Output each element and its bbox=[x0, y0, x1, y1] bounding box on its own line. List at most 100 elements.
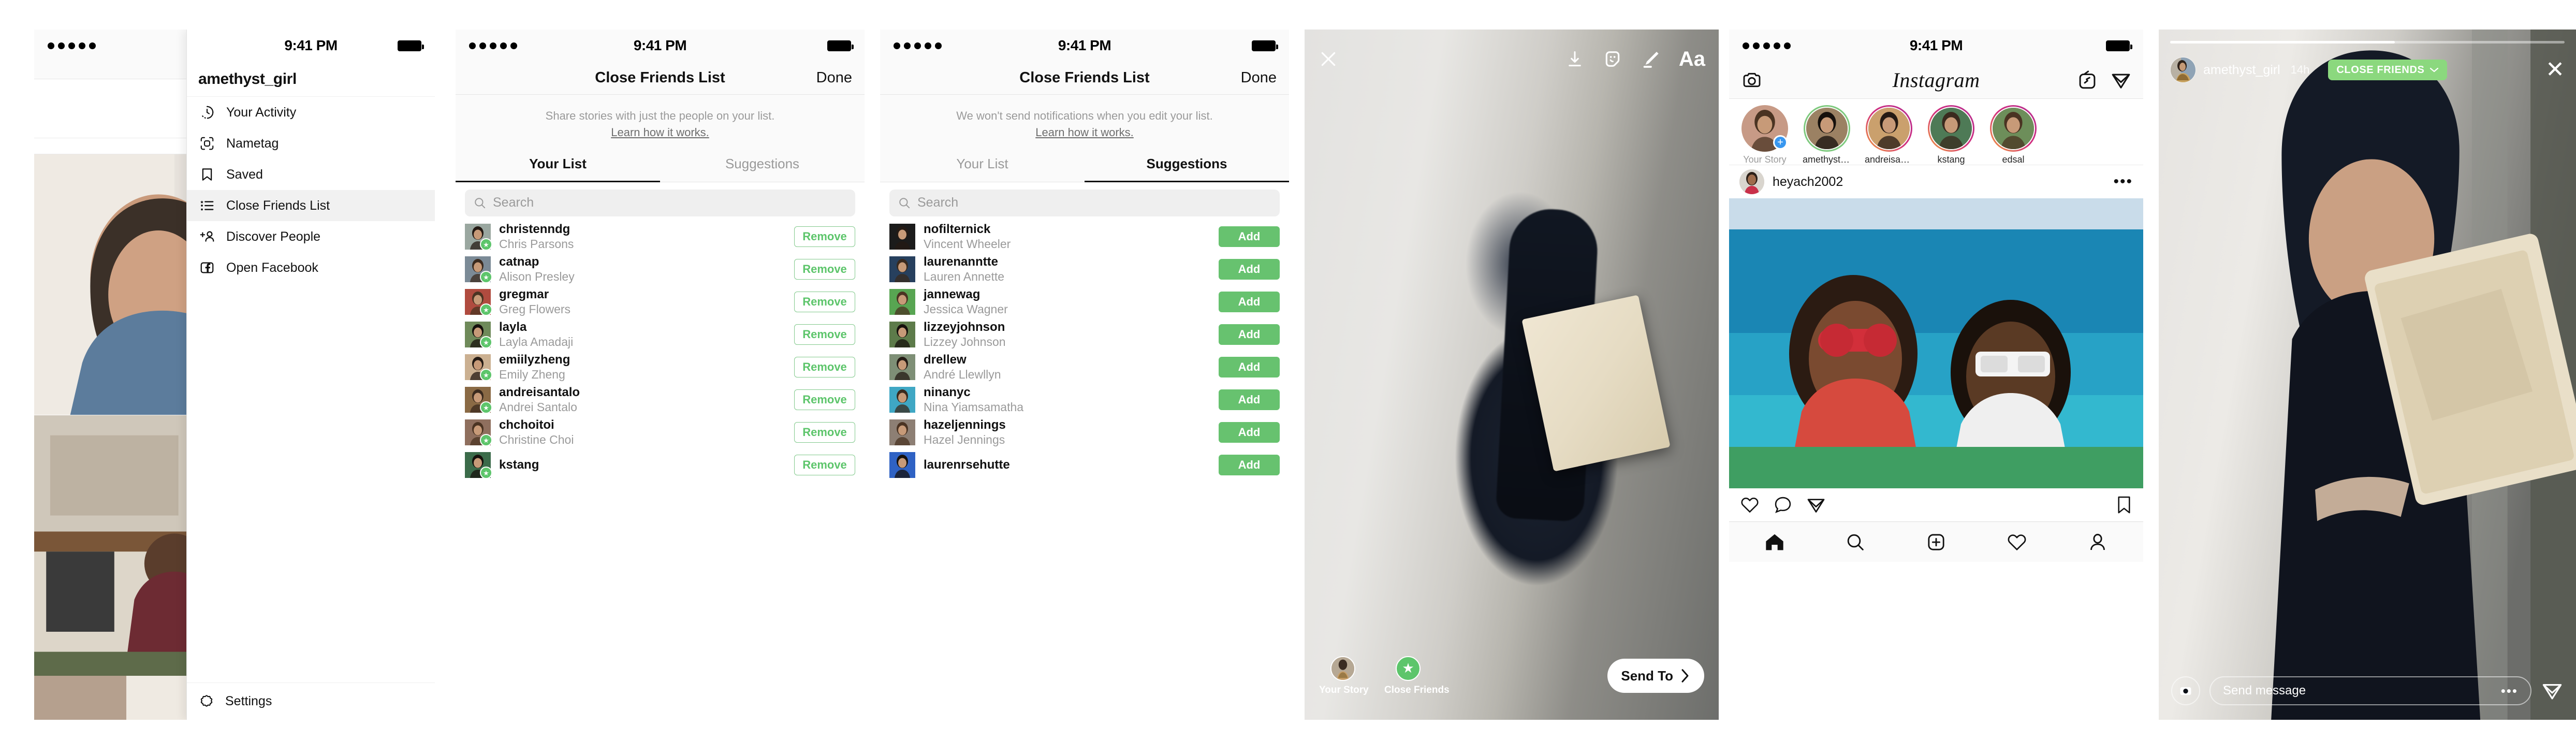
post-username[interactable]: heyach2002 bbox=[1773, 175, 1843, 190]
download-icon[interactable] bbox=[1565, 49, 1585, 69]
avatar[interactable]: ★ bbox=[465, 224, 492, 251]
direct-share-icon[interactable] bbox=[2110, 70, 2132, 91]
avatar[interactable] bbox=[889, 256, 915, 283]
destination-close-friends[interactable]: ★ Close Friends bbox=[1384, 656, 1450, 696]
list-item[interactable]: ★ catnap Alison Presley Remove bbox=[456, 253, 865, 286]
tab-your-list[interactable]: Your List bbox=[880, 146, 1085, 182]
share-icon[interactable] bbox=[1806, 495, 1826, 515]
list-item[interactable]: jannewag Jessica Wagner Add bbox=[880, 286, 1289, 318]
story-item[interactable]: amethyst_girl bbox=[1803, 105, 1851, 165]
drawer-item-close-friends-list[interactable]: Close Friends List bbox=[187, 190, 435, 221]
send-to-button[interactable]: Send To bbox=[1607, 659, 1704, 693]
story-photo[interactable] bbox=[2159, 30, 2576, 720]
list-item[interactable]: drellew André Llewllyn Add bbox=[880, 351, 1289, 384]
tab-suggestions[interactable]: Suggestions bbox=[1085, 146, 1289, 182]
learn-how-it-works-link[interactable]: Learn how it works. bbox=[466, 124, 854, 141]
add-button[interactable]: Add bbox=[1219, 226, 1280, 248]
drawer-item-your-activity[interactable]: Your Activity bbox=[187, 97, 435, 128]
sticker-icon[interactable] bbox=[1602, 49, 1623, 69]
add-button[interactable]: Add bbox=[1219, 292, 1280, 313]
profile-icon[interactable] bbox=[2087, 532, 2109, 553]
list-item[interactable]: ★ christenndg Chris Parsons Remove bbox=[456, 221, 865, 253]
search-input[interactable]: Search bbox=[465, 189, 855, 216]
remove-button[interactable]: Remove bbox=[794, 292, 855, 313]
list-item[interactable]: ★ kstang Remove bbox=[456, 449, 865, 482]
drawer-item-open-facebook[interactable]: Open Facebook bbox=[187, 252, 435, 283]
add-button[interactable]: Add bbox=[1219, 455, 1280, 476]
list-item[interactable]: hazeljennings Hazel Jennings Add bbox=[880, 416, 1289, 449]
avatar[interactable]: ★ bbox=[465, 354, 492, 382]
like-icon[interactable] bbox=[1739, 495, 1760, 515]
draw-icon[interactable] bbox=[1641, 49, 1661, 69]
remove-button[interactable]: Remove bbox=[794, 422, 855, 443]
avatar[interactable] bbox=[889, 322, 915, 348]
post-photo[interactable] bbox=[1729, 198, 2143, 488]
home-icon[interactable] bbox=[1764, 532, 1785, 553]
list-item[interactable]: ★ gregmar Greg Flowers Remove bbox=[456, 286, 865, 318]
remove-button[interactable]: Remove bbox=[794, 226, 855, 248]
remove-button[interactable]: Remove bbox=[794, 324, 855, 345]
avatar[interactable]: ★ bbox=[465, 387, 492, 414]
comment-icon[interactable] bbox=[1773, 495, 1793, 515]
add-post-icon[interactable] bbox=[1925, 532, 1947, 553]
drawer-item-discover-people[interactable]: Discover People bbox=[187, 221, 435, 252]
add-button[interactable]: Add bbox=[1219, 422, 1280, 443]
list-item[interactable]: lizzeyjohnson Lizzey Johnson Add bbox=[880, 318, 1289, 351]
remove-button[interactable]: Remove bbox=[794, 259, 855, 280]
list-item[interactable]: laurenanntte Lauren Annette Add bbox=[880, 253, 1289, 286]
search-icon[interactable] bbox=[1845, 532, 1866, 553]
tab-your-list[interactable]: Your List bbox=[456, 146, 660, 182]
add-button[interactable]: Add bbox=[1219, 357, 1280, 378]
more-options-icon[interactable]: ••• bbox=[2113, 174, 2133, 190]
add-button[interactable]: Add bbox=[1219, 324, 1280, 345]
learn-how-it-works-link[interactable]: Learn how it works. bbox=[890, 124, 1279, 141]
drawer-item-settings[interactable]: Settings bbox=[187, 683, 435, 720]
more-options-icon[interactable]: ••• bbox=[2501, 684, 2518, 698]
avatar[interactable] bbox=[889, 289, 915, 315]
tab-suggestions[interactable]: Suggestions bbox=[660, 146, 865, 182]
close-icon[interactable]: ✕ bbox=[2545, 59, 2565, 81]
avatar[interactable]: ★ bbox=[465, 419, 492, 447]
send-message-input[interactable]: Send message ••• bbox=[2209, 676, 2531, 705]
stories-tray[interactable]: + Your Story amethyst_girl andreisantalo kst… bbox=[1729, 99, 2143, 165]
search-input[interactable]: Search bbox=[889, 189, 1280, 216]
story-item[interactable]: andreisantalo bbox=[1865, 105, 1913, 165]
close-friends-badge[interactable]: CLOSE FRIENDS bbox=[2328, 60, 2448, 80]
destination-your-story[interactable]: Your Story bbox=[1319, 656, 1369, 696]
direct-share-icon[interactable] bbox=[2541, 680, 2564, 702]
drawer-item-saved[interactable]: Saved bbox=[187, 159, 435, 190]
avatar[interactable] bbox=[889, 224, 915, 250]
story-item[interactable]: edsal bbox=[1989, 105, 2038, 165]
list-item[interactable]: ★ andreisantalo Andrei Santalo Remove bbox=[456, 384, 865, 416]
suggestions-rows[interactable]: nofilternick Vincent Wheeler Add laurenannt… bbox=[880, 219, 1289, 720]
avatar[interactable] bbox=[889, 354, 915, 381]
list-item[interactable]: ★ chchoitoi Christine Choi Remove bbox=[456, 416, 865, 449]
done-button[interactable]: Done bbox=[816, 69, 852, 86]
list-item[interactable]: laurenrsehutte Add bbox=[880, 449, 1289, 482]
camera-icon[interactable] bbox=[2171, 676, 2200, 705]
avatar[interactable] bbox=[889, 452, 915, 478]
avatar[interactable]: ★ bbox=[465, 322, 492, 349]
add-story-plus-icon[interactable]: + bbox=[1773, 135, 1788, 150]
list-item[interactable]: ★ emiilyzheng Emily Zheng Remove bbox=[456, 351, 865, 384]
story-item[interactable]: + Your Story bbox=[1740, 105, 1789, 165]
close-icon[interactable] bbox=[1318, 49, 1339, 69]
drawer-item-nametag[interactable]: Nametag bbox=[187, 128, 435, 159]
story-username[interactable]: amethyst_girl bbox=[2203, 63, 2280, 78]
done-button[interactable]: Done bbox=[1241, 69, 1277, 86]
avatar[interactable] bbox=[889, 387, 915, 413]
list-item[interactable]: ★ layla Layla Amadaji Remove bbox=[456, 318, 865, 351]
list-item[interactable]: ninanyc Nina Yiamsamatha Add bbox=[880, 384, 1289, 416]
add-button[interactable]: Add bbox=[1219, 259, 1280, 280]
text-icon[interactable]: Aa bbox=[1679, 49, 1705, 69]
remove-button[interactable]: Remove bbox=[794, 389, 855, 411]
avatar[interactable]: ★ bbox=[465, 289, 492, 316]
igtv-icon[interactable] bbox=[2078, 70, 2097, 91]
avatar[interactable] bbox=[2170, 57, 2196, 83]
avatar[interactable]: ★ bbox=[465, 256, 492, 284]
list-item[interactable]: nofilternick Vincent Wheeler Add bbox=[880, 221, 1289, 253]
your-list-rows[interactable]: ★ christenndg Chris Parsons Remove ★ catnap Al… bbox=[456, 219, 865, 720]
remove-button[interactable]: Remove bbox=[794, 357, 855, 378]
activity-heart-icon[interactable] bbox=[2006, 532, 2028, 553]
avatar[interactable]: ★ bbox=[465, 452, 492, 480]
